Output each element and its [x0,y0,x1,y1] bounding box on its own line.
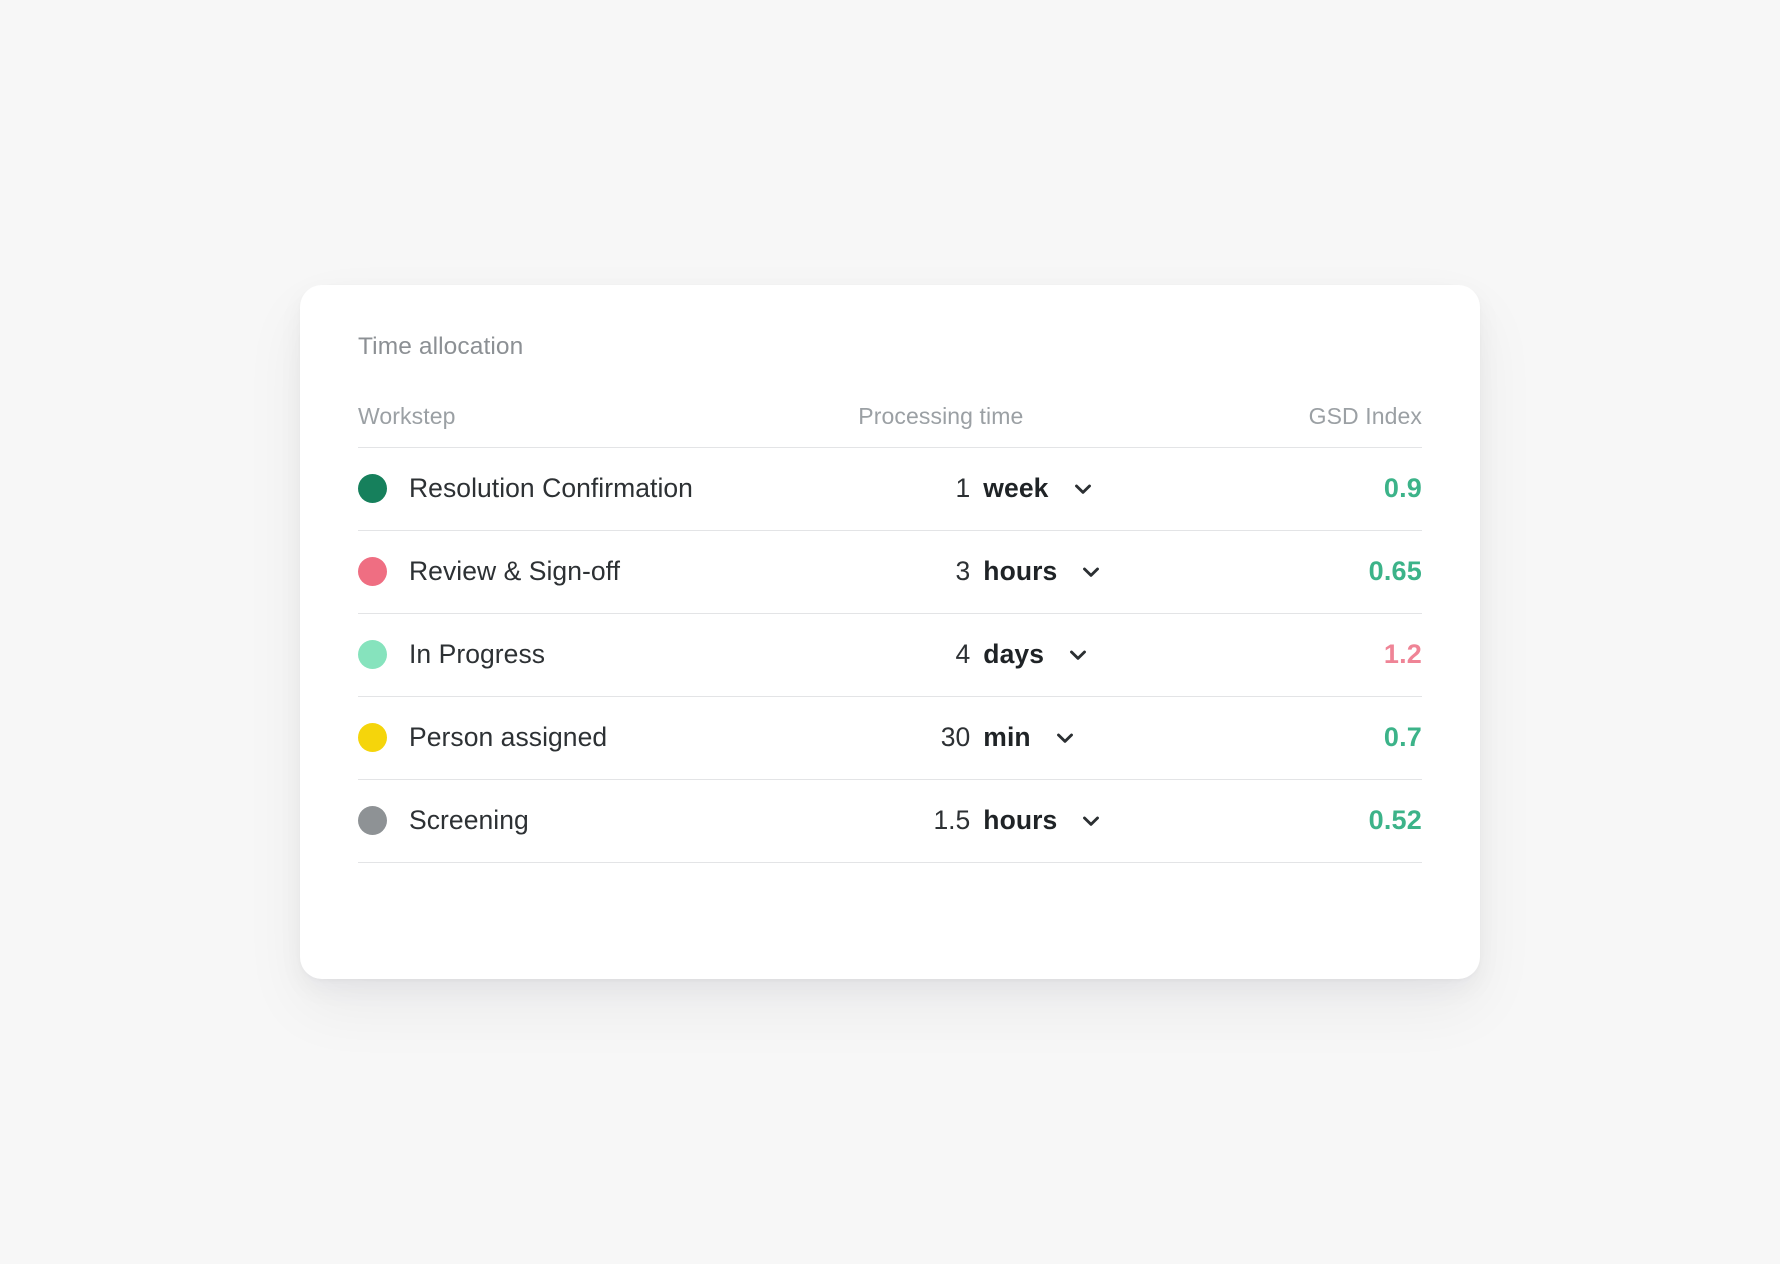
table-body: Resolution Confirmation 1 week 0.9 Review & … [358,447,1422,863]
status-dot-dark-green [358,473,387,503]
workstep-label: Review & Sign-off [409,555,620,586]
workstep-cell: Screening [358,779,829,863]
status-dot-gray [358,805,387,835]
gsd-index-value: 1.2 [1221,613,1422,697]
status-dot-mint [358,639,387,669]
processing-time-cell: 3 hours [828,530,1222,614]
column-header-processing-time: Processing time [828,402,1222,448]
processing-time-unit[interactable]: days [983,639,1044,670]
processing-time-unit[interactable]: week [983,473,1048,504]
workstep-cell: Person assigned [358,696,829,780]
column-header-gsd-index: GSD Index [1221,402,1422,448]
chevron-down-icon[interactable] [1078,559,1104,585]
processing-time-cell: 4 days [828,613,1222,697]
workstep-cell: Review & Sign-off [358,530,829,614]
workstep-label: Screening [409,804,529,835]
status-dot-yellow [358,722,387,752]
workstep-cell: Resolution Confirmation [358,447,829,531]
workstep-label: Person assigned [409,721,608,752]
table-row: Person assigned 30 min 0.7 [358,696,1422,780]
time-allocation-table: Workstep Processing time GSD Index Resol… [358,402,1422,863]
table-header: Workstep Processing time GSD Index [358,402,1422,448]
gsd-index-value: 0.9 [1221,447,1422,531]
status-dot-pink [358,556,387,586]
chevron-down-icon[interactable] [1052,725,1078,751]
column-header-workstep: Workstep [358,402,829,448]
processing-time-unit[interactable]: hours [983,556,1057,587]
processing-time-value[interactable]: 4 [926,639,971,670]
gsd-index-value: 0.65 [1221,530,1422,614]
table-header-row: Workstep Processing time GSD Index [358,402,1422,448]
table-row: In Progress 4 days 1.2 [358,613,1422,697]
processing-time-cell: 1.5 hours [828,779,1222,863]
processing-time-unit[interactable]: hours [983,805,1057,836]
gsd-index-value: 0.7 [1221,696,1422,780]
page-root: Time allocation Workstep Processing time… [0,0,1780,1264]
workstep-label: In Progress [409,638,546,669]
processing-time-value[interactable]: 1.5 [926,805,970,836]
processing-time-cell: 30 min [828,696,1222,780]
workstep-label: Resolution Confirmation [409,472,693,503]
gsd-index-value: 0.52 [1221,779,1422,863]
processing-time-value[interactable]: 30 [926,722,970,753]
table-row: Review & Sign-off 3 hours 0.65 [358,530,1422,614]
processing-time-cell: 1 week [828,447,1222,531]
workstep-cell: In Progress [358,613,829,697]
chevron-down-icon[interactable] [1070,476,1096,502]
chevron-down-icon[interactable] [1078,808,1104,834]
processing-time-value[interactable]: 3 [926,556,971,587]
table-row: Resolution Confirmation 1 week 0.9 [358,447,1422,531]
processing-time-value[interactable]: 1 [926,473,971,504]
chevron-down-icon[interactable] [1065,642,1091,668]
processing-time-unit[interactable]: min [983,722,1030,753]
time-allocation-card: Time allocation Workstep Processing time… [300,285,1480,979]
card-title: Time allocation [358,333,524,360]
table-row: Screening 1.5 hours 0.52 [358,779,1422,863]
